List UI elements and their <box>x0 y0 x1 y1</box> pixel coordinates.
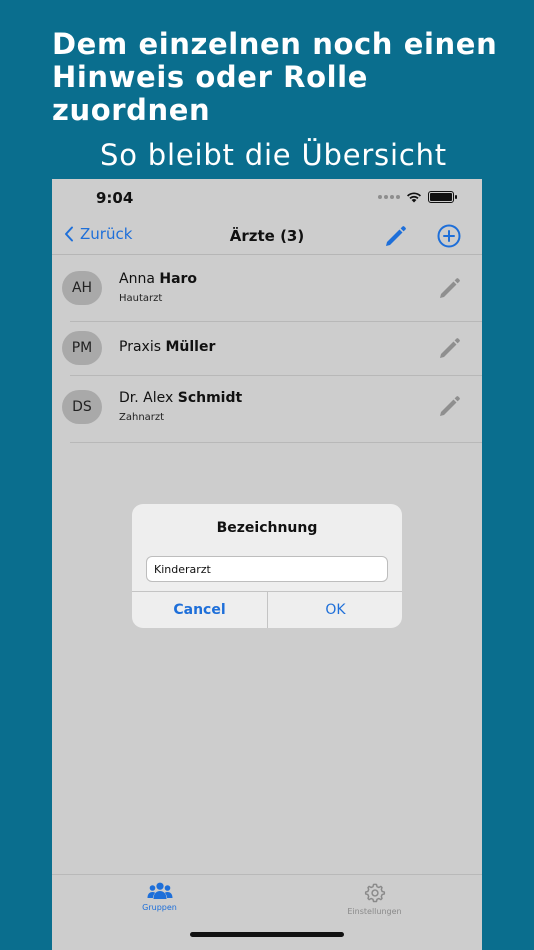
promo-headline: Dem einzelnen noch einen Hinweis oder Ro… <box>52 27 498 127</box>
tab-bar: Gruppen Einstellungen <box>52 874 482 950</box>
status-bar: 9:04 <box>52 179 482 219</box>
contact-first-name: Praxis <box>119 339 161 355</box>
add-contact-button[interactable] <box>436 223 462 253</box>
pencil-icon <box>440 338 460 358</box>
gear-icon <box>364 883 385 903</box>
battery-icon <box>428 191 457 203</box>
page-title: Ärzte (3) <box>229 227 305 245</box>
contact-note: Zahnarzt <box>119 412 165 423</box>
contact-name: Praxis Müller <box>119 339 215 355</box>
label-input[interactable] <box>146 556 388 582</box>
navigation-bar: Zurück Ärzte (3) <box>52 219 482 255</box>
contact-name: Anna Haro <box>119 271 197 287</box>
contact-last-name: Haro <box>159 271 198 287</box>
tab-settings[interactable]: Einstellungen <box>267 875 482 925</box>
contact-last-name: Müller <box>165 339 216 355</box>
avatar: PM <box>62 331 102 365</box>
contact-last-name: Schmidt <box>177 390 243 406</box>
edit-contact-button[interactable] <box>436 335 462 365</box>
edit-contact-button[interactable] <box>436 393 462 423</box>
promo-subline: So bleibt die Übersicht <box>100 138 447 172</box>
status-icons <box>378 191 457 203</box>
signal-icon <box>378 195 400 199</box>
label-dialog: Bezeichnung Cancel OK <box>132 504 402 628</box>
pencil-icon <box>440 396 460 416</box>
contact-first-name: Dr. Alex <box>119 390 174 406</box>
edit-group-button[interactable] <box>382 223 408 253</box>
home-indicator <box>190 932 344 937</box>
dialog-title: Bezeichnung <box>216 520 318 536</box>
avatar: DS <box>62 390 102 424</box>
list-item[interactable]: PM Praxis Müller <box>52 321 482 376</box>
list-item[interactable]: DS Dr. Alex Schmidt Zahnarzt <box>52 375 482 443</box>
row-divider <box>70 442 482 443</box>
wifi-icon <box>407 192 421 203</box>
tab-groups-label: Gruppen <box>142 903 177 912</box>
plus-circle-icon <box>437 224 461 248</box>
list-item[interactable]: AH Anna Haro Hautarzt <box>52 255 482 322</box>
pencil-icon <box>386 226 406 246</box>
people-group-icon <box>147 882 172 899</box>
contact-name: Dr. Alex Schmidt <box>119 390 242 406</box>
contact-note: Hautarzt <box>119 293 163 304</box>
phone-screen: 9:04 Zurück Ärzte (3) AH Anna Haro Hauta… <box>52 179 482 950</box>
tab-settings-label: Einstellungen <box>347 907 402 916</box>
ok-button[interactable]: OK <box>268 592 402 628</box>
cancel-button[interactable]: Cancel <box>132 592 267 628</box>
contact-first-name: Anna <box>119 271 155 287</box>
contact-list: AH Anna Haro Hautarzt PM Praxis Müller D… <box>52 255 482 443</box>
edit-contact-button[interactable] <box>436 275 462 305</box>
status-time: 9:04 <box>96 189 134 207</box>
pencil-icon <box>440 278 460 298</box>
tab-groups[interactable]: Gruppen <box>52 875 267 925</box>
avatar: AH <box>62 271 102 305</box>
